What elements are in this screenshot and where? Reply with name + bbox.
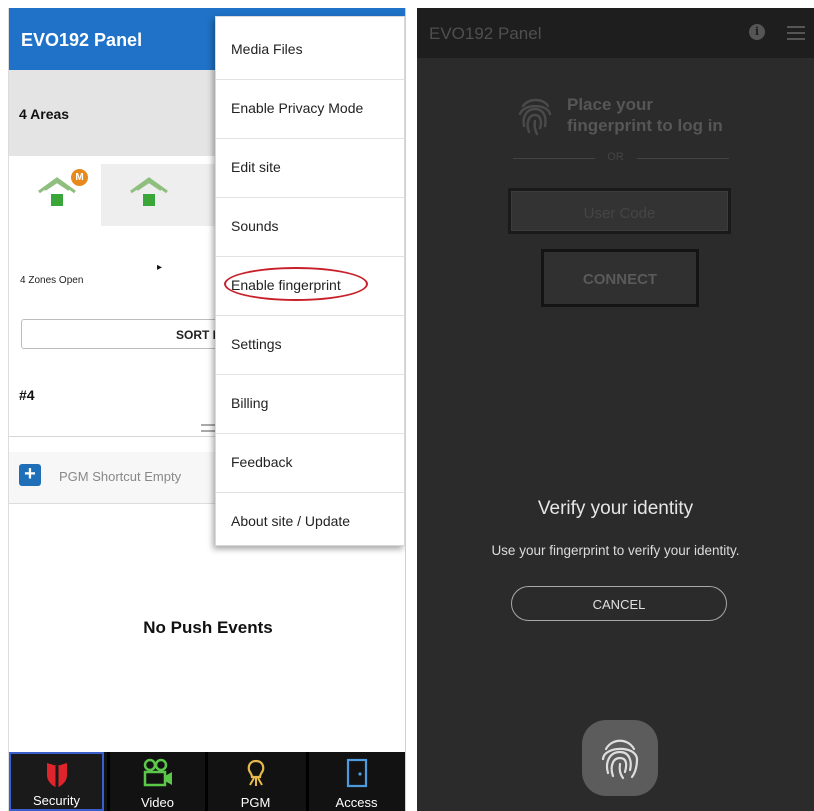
cancel-button[interactable]: CANCEL: [511, 586, 727, 621]
shield-icon: [46, 763, 67, 788]
cancel-label: CANCEL: [592, 597, 646, 612]
left-phone-screen: EVO192 Panel 4 Areas M 4 Zones Open ▸ SO…: [8, 8, 406, 811]
menu-item-label: Billing: [231, 395, 269, 411]
master-badge: M: [71, 169, 88, 186]
nav-video[interactable]: Video: [110, 752, 205, 811]
right-phone-screen: EVO192 Panel i Place your fingerprint to…: [417, 8, 814, 811]
plus-icon[interactable]: +: [19, 464, 41, 486]
menu-item-media-files[interactable]: Media Files: [216, 21, 405, 80]
fingerprint-icon: [518, 98, 552, 136]
nav-video-label: Video: [140, 795, 174, 810]
zones-open-status: 4 Zones Open: [20, 275, 84, 286]
app-title: EVO192 Panel: [21, 30, 143, 50]
menu-item-edit-site[interactable]: Edit site: [216, 139, 405, 198]
menu-item-billing[interactable]: Billing: [216, 375, 405, 434]
menu-item-label: Enable Privacy Mode: [231, 100, 364, 116]
menu-item-enable-privacy-mode[interactable]: Enable Privacy Mode: [216, 80, 405, 139]
door-icon: [346, 758, 367, 788]
fingerprint-icon: [601, 739, 639, 780]
menu-item-label: Feedback: [231, 454, 293, 470]
verify-identity-message: Use your fingerprint to verify your iden…: [491, 543, 740, 558]
house-icon: [130, 177, 168, 206]
app-title: EVO192 Panel: [429, 24, 542, 43]
bottom-navigation: Security Video PGM Access: [9, 752, 405, 811]
area-number: #4: [19, 387, 35, 403]
menu-item-settings[interactable]: Settings: [216, 316, 405, 375]
prompt-line: Place your: [567, 95, 653, 114]
nav-pgm[interactable]: PGM: [208, 752, 303, 811]
connect-label: CONNECT: [582, 271, 658, 288]
connect-button[interactable]: CONNECT: [541, 249, 699, 307]
info-icon[interactable]: i: [749, 24, 765, 40]
video-camera-icon: [143, 758, 172, 787]
light-bulb-icon: [247, 759, 264, 786]
menu-item-label: Media Files: [231, 41, 303, 57]
drag-handle-icon[interactable]: [201, 424, 215, 432]
user-code-placeholder: User Code: [583, 205, 656, 222]
fingerprint-sensor-button[interactable]: [582, 720, 658, 796]
nav-access[interactable]: Access: [309, 752, 404, 811]
verify-identity-title: Verify your identity: [537, 498, 694, 519]
prompt-line: fingerprint to log in: [567, 116, 723, 135]
menu-item-enable-fingerprint[interactable]: Enable fingerprint: [216, 257, 405, 316]
menu-item-label: Edit site: [231, 159, 281, 175]
menu-item-label: Sounds: [231, 218, 279, 234]
pgm-shortcut-label: PGM Shortcut Empty: [59, 469, 182, 484]
menu-item-label: Enable fingerprint: [231, 277, 341, 293]
menu-item-label: About site / Update: [231, 513, 351, 529]
areas-count: 4 Areas: [19, 106, 70, 122]
menu-item-feedback[interactable]: Feedback: [216, 434, 405, 493]
hamburger-menu-icon[interactable]: [787, 26, 805, 40]
or-divider-right: [637, 158, 729, 159]
menu-item-about-site-update[interactable]: About site / Update: [216, 493, 405, 552]
menu-item-sounds[interactable]: Sounds: [216, 198, 405, 257]
nav-security-label: Security: [33, 793, 80, 808]
area-tile-2[interactable]: [101, 164, 193, 226]
menu-item-label: Settings: [231, 336, 282, 352]
or-label: OR: [607, 151, 624, 163]
user-code-field[interactable]: User Code: [508, 188, 731, 234]
fingerprint-login-prompt: Place your fingerprint to log in: [567, 94, 723, 136]
overflow-menu: Media Files Enable Privacy Mode Edit sit…: [215, 16, 405, 546]
nav-security[interactable]: Security: [9, 752, 104, 811]
caret-right-icon[interactable]: ▸: [157, 262, 162, 273]
no-push-events-message: No Push Events: [143, 618, 273, 637]
nav-pgm-label: PGM: [240, 795, 271, 810]
area-tile-1[interactable]: M: [9, 164, 101, 226]
nav-access-label: Access: [335, 795, 378, 810]
app-header: EVO192 Panel i: [417, 8, 814, 58]
screenshot-composite: EVO192 Panel 4 Areas M 4 Zones Open ▸ SO…: [0, 0, 814, 811]
